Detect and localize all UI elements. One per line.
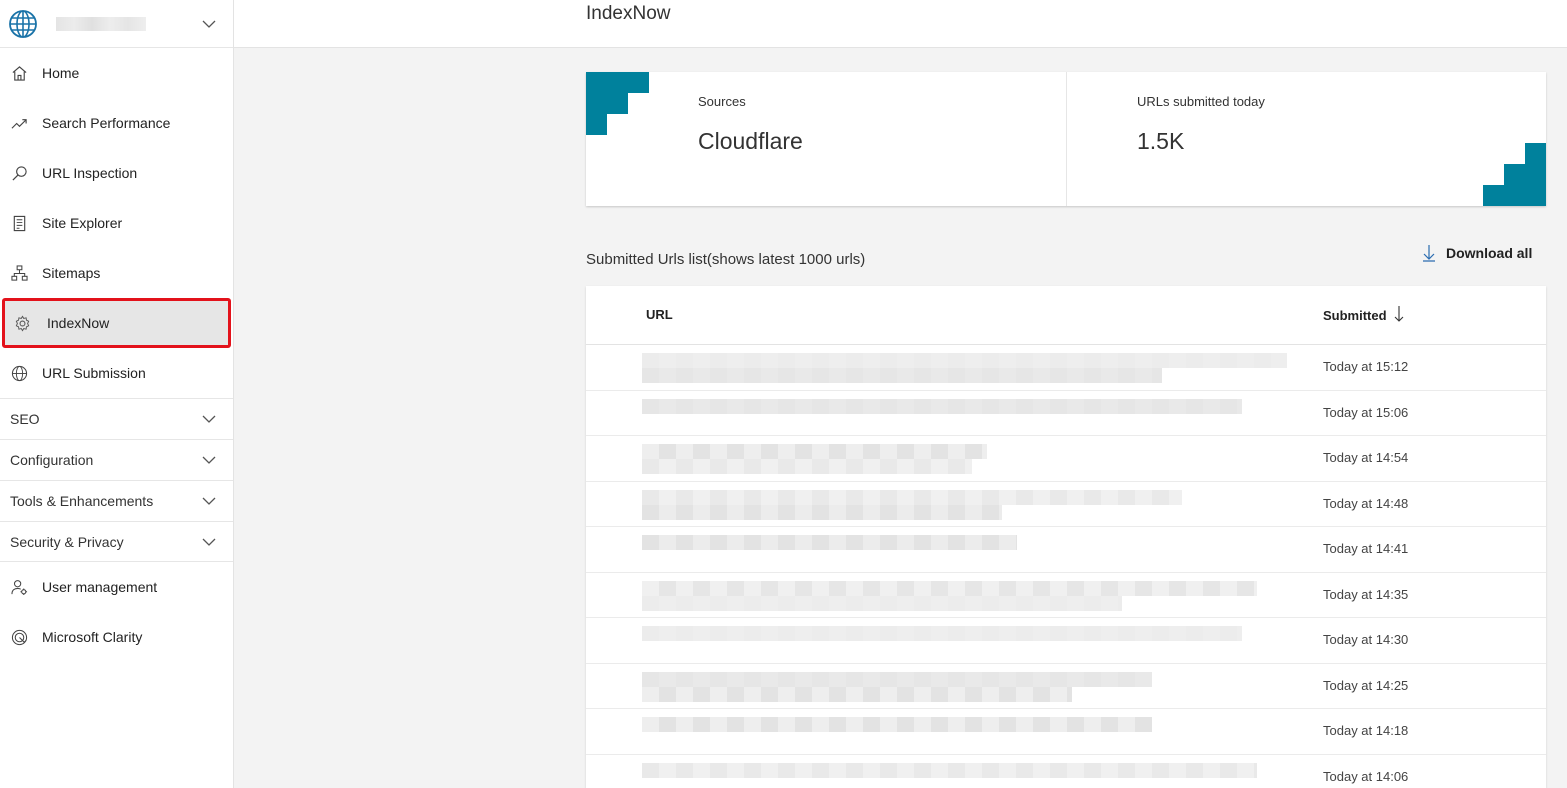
site-picker[interactable] <box>0 0 233 48</box>
search-icon <box>10 164 28 182</box>
sidebar-item-label: Home <box>42 65 80 81</box>
sidebar-item-search-performance[interactable]: Search Performance <box>0 98 233 148</box>
stair-decoration <box>586 93 628 114</box>
table-row[interactable]: Today at 14:54 <box>586 436 1546 482</box>
column-header-url[interactable]: URL <box>646 307 673 322</box>
sidebar-item-label: URL Submission <box>42 365 146 381</box>
section-security-privacy[interactable]: Security & Privacy <box>0 521 233 562</box>
globe-icon <box>10 364 28 382</box>
sidebar-item-microsoft-clarity[interactable]: Microsoft Clarity <box>0 612 233 662</box>
sidebar-item-site-explorer[interactable]: Site Explorer <box>0 198 233 248</box>
table-row[interactable]: Today at 14:18 <box>586 709 1546 755</box>
card-value: 1.5K <box>1137 128 1185 154</box>
section-tools-enhancements[interactable]: Tools & Enhancements <box>0 480 233 521</box>
urls-submitted-card: URLs submitted today 1.5K <box>1066 72 1546 206</box>
globe-icon <box>9 9 37 38</box>
download-icon <box>1423 245 1435 262</box>
section-label: Configuration <box>10 452 94 468</box>
home-icon <box>10 64 28 82</box>
sidebar-nav: Home Search Performance URL Inspection S… <box>0 48 233 398</box>
page-title: IndexNow <box>586 3 671 24</box>
sources-card: Sources Cloudflare <box>586 72 1066 206</box>
table-row[interactable]: Today at 15:06 <box>586 391 1546 436</box>
card-label: Sources <box>698 94 746 109</box>
stair-decoration <box>586 72 649 93</box>
user-gear-icon <box>10 578 28 596</box>
stair-decoration <box>1483 185 1546 206</box>
download-all-label: Download all <box>1446 245 1533 261</box>
list-title: Submitted Urls list(shows latest 1000 ur… <box>586 251 866 268</box>
submitted-time: Today at 14:41 <box>1323 541 1409 556</box>
chevron-down-icon[interactable] <box>201 16 217 32</box>
card-label: URLs submitted today <box>1137 94 1265 109</box>
sitemap-icon <box>10 264 28 282</box>
sort-descending-icon <box>1394 306 1403 322</box>
sidebar-item-url-inspection[interactable]: URL Inspection <box>0 148 233 198</box>
sidebar: Home Search Performance URL Inspection S… <box>0 0 234 788</box>
table-row[interactable]: Today at 14:30 <box>586 618 1546 664</box>
clarity-icon <box>10 628 28 646</box>
table-row[interactable]: Today at 14:25 <box>586 664 1546 709</box>
submitted-urls-table: URL Submitted Today at 15:12 Today at 15:… <box>586 286 1546 788</box>
submitted-time: Today at 14:30 <box>1323 632 1409 647</box>
sidebar-item-home[interactable]: Home <box>0 48 233 98</box>
section-label: SEO <box>10 411 40 427</box>
sidebar-item-label: IndexNow <box>47 315 110 331</box>
chevron-down-icon <box>202 497 216 505</box>
sidebar-item-user-management[interactable]: User management <box>0 562 233 612</box>
sidebar-item-label: Search Performance <box>42 115 171 131</box>
table-row[interactable]: Today at 14:48 <box>586 482 1546 527</box>
submitted-time: Today at 14:06 <box>1323 768 1409 784</box>
submitted-time: Today at 14:54 <box>1323 450 1409 465</box>
submitted-time: Today at 14:35 <box>1323 586 1409 602</box>
sidebar-item-indexnow[interactable]: IndexNow <box>2 298 231 348</box>
section-label: Security & Privacy <box>10 533 124 550</box>
chevron-down-icon <box>202 415 216 423</box>
table-header: URL Submitted <box>586 286 1546 345</box>
table-row[interactable]: Today at 14:35 <box>586 573 1546 618</box>
stair-decoration <box>1525 143 1546 164</box>
section-configuration[interactable]: Configuration <box>0 439 233 480</box>
section-seo[interactable]: SEO <box>0 398 233 439</box>
trend-icon <box>10 114 28 132</box>
summary-cards: Sources Cloudflare URLs submitted today … <box>586 72 1546 206</box>
table-row[interactable]: Today at 14:06 <box>586 755 1546 788</box>
sidebar-item-sitemaps[interactable]: Sitemaps <box>0 248 233 298</box>
sidebar-item-label: Sitemaps <box>42 265 101 281</box>
chevron-down-icon <box>202 456 216 464</box>
stair-decoration <box>1504 164 1546 185</box>
site-name-redacted <box>56 16 146 31</box>
submitted-time: Today at 15:12 <box>1323 359 1409 374</box>
submitted-time: Today at 14:25 <box>1323 677 1409 693</box>
sidebar-item-label: URL Inspection <box>42 165 138 181</box>
submitted-time: Today at 14:18 <box>1323 723 1409 738</box>
column-header-submitted[interactable]: Submitted <box>1323 306 1405 323</box>
sidebar-item-label: Microsoft Clarity <box>42 629 143 645</box>
document-icon <box>10 214 28 232</box>
app-window: Home Search Performance URL Inspection S… <box>0 0 1567 788</box>
sidebar-item-label: User management <box>42 579 158 595</box>
table-row[interactable]: Today at 15:12 <box>586 345 1546 391</box>
chevron-down-icon <box>202 538 216 546</box>
submitted-time: Today at 15:06 <box>1323 404 1409 420</box>
download-all-button[interactable]: Download all <box>1422 244 1532 262</box>
gear-icon <box>13 314 31 332</box>
top-bar: IndexNow <box>234 0 1567 48</box>
section-label: Tools & Enhancements <box>10 493 154 509</box>
sidebar-item-label: Site Explorer <box>42 215 123 231</box>
card-value: Cloudflare <box>698 128 803 154</box>
sidebar-item-url-submission[interactable]: URL Submission <box>0 348 233 398</box>
column-header-label: Submitted <box>1323 307 1387 323</box>
stair-decoration <box>586 114 607 135</box>
submitted-time: Today at 14:48 <box>1323 495 1409 511</box>
table-body: Today at 15:12 Today at 15:06 Today at 14:… <box>586 345 1546 788</box>
table-row[interactable]: Today at 14:41 <box>586 527 1546 573</box>
